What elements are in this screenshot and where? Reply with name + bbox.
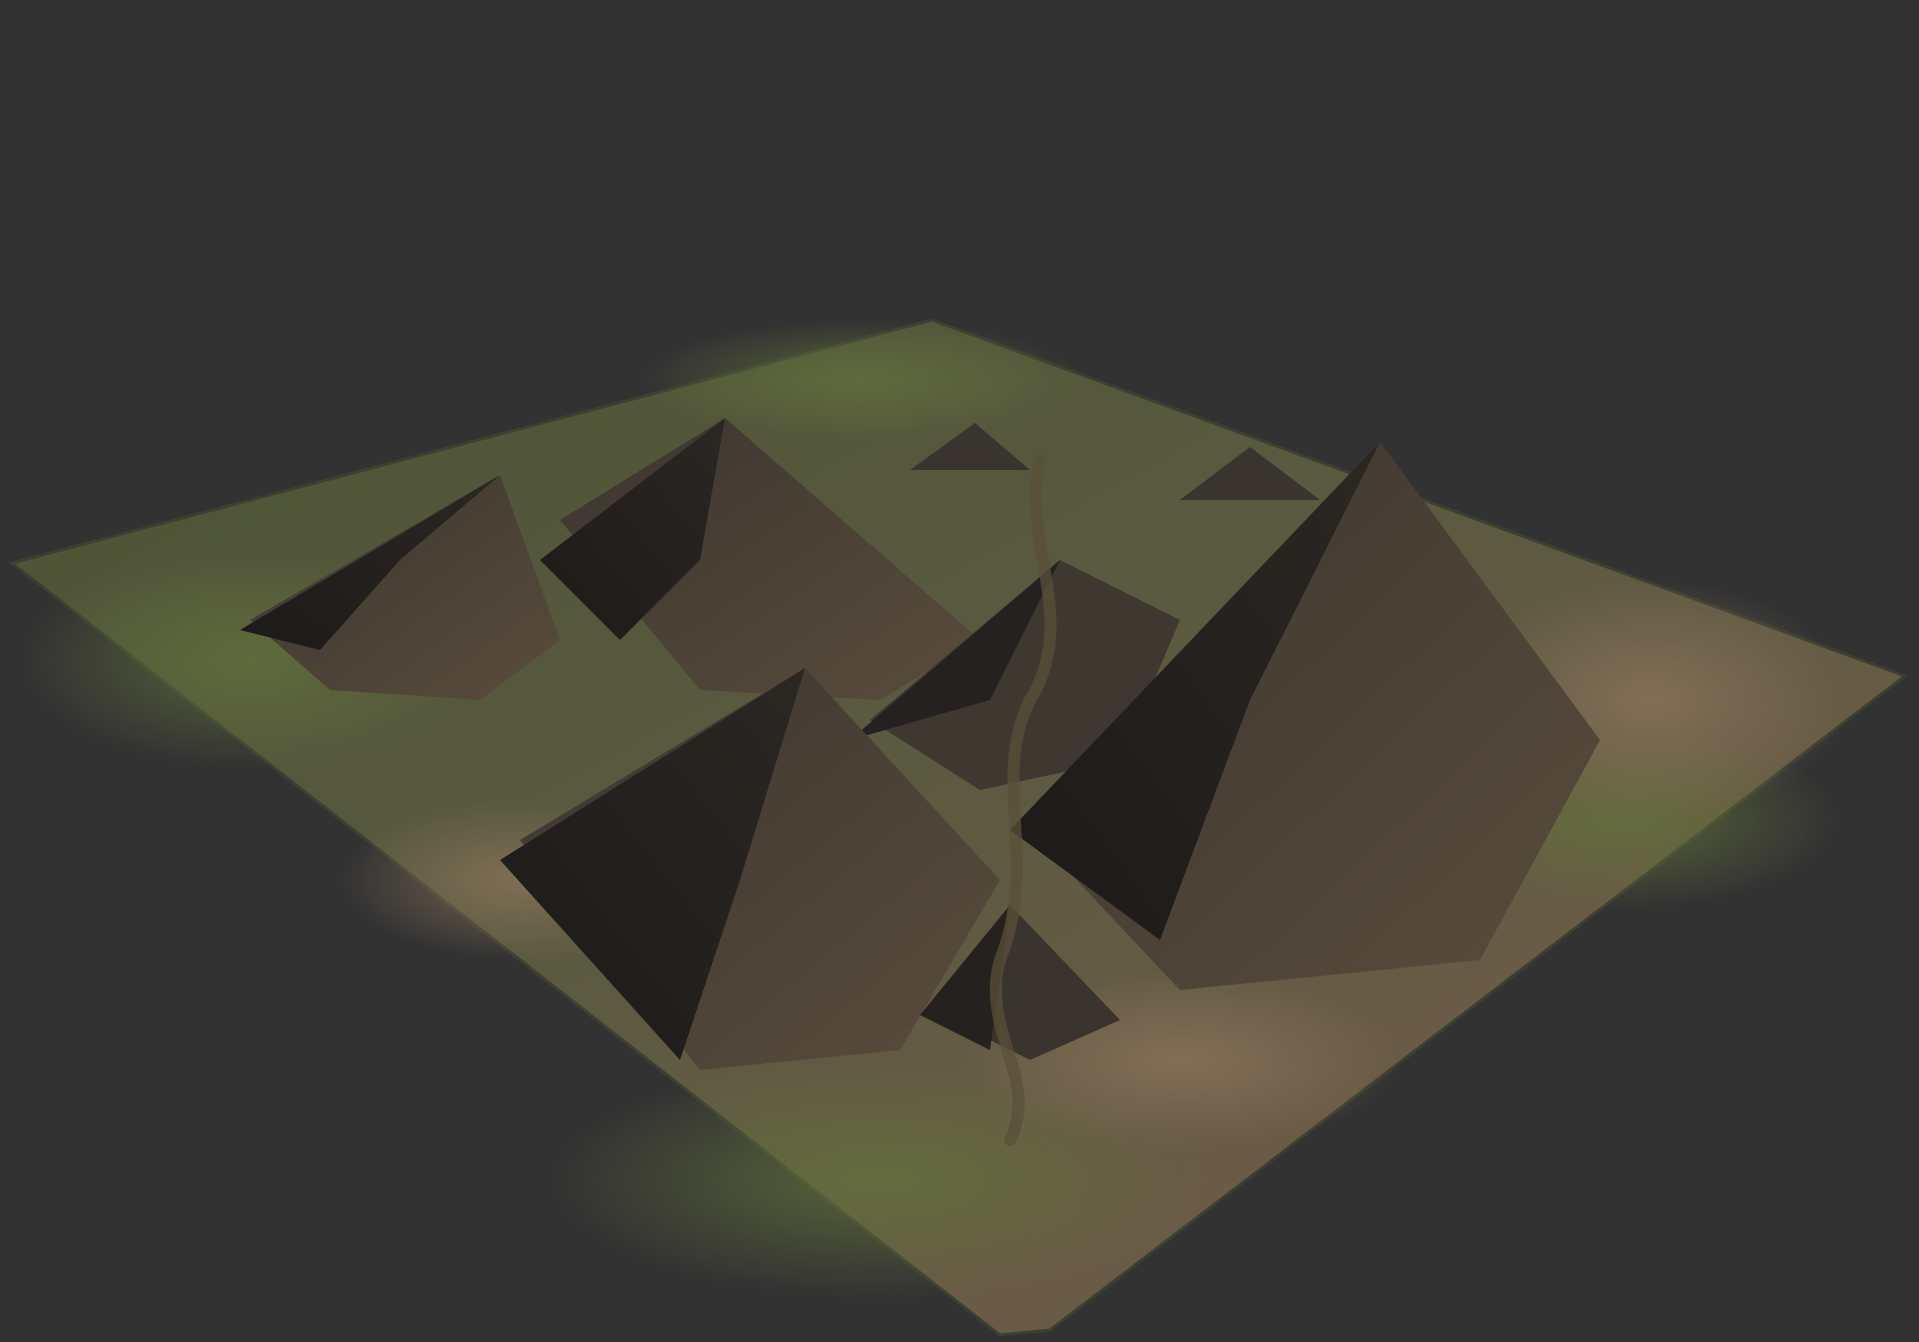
terrain-render: [8, 318, 1909, 1337]
grass-patch: [640, 320, 1080, 440]
3d-viewport[interactable]: [0, 0, 1919, 1342]
